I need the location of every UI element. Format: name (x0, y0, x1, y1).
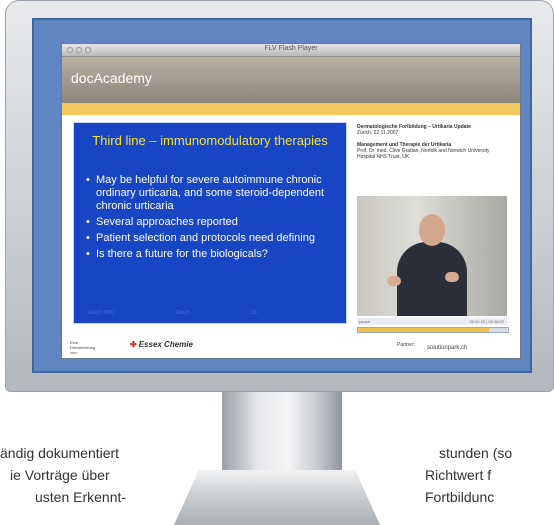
speaker-head (419, 214, 445, 246)
slide-page-number: 18 (251, 310, 257, 316)
page-text-line: ie Vorträge über (10, 467, 110, 483)
speaker-hand (387, 276, 401, 286)
accent-bar (62, 103, 520, 115)
page-text-line: Fortbildunc (425, 489, 495, 505)
monitor-stand-base (174, 470, 380, 525)
page-text-line: usten Erkennt- (35, 489, 127, 505)
course-place-date: Zürich, 22.11.2007 (357, 130, 399, 136)
slide-bullet: May be helpful for severe autoimmune chr… (86, 174, 341, 213)
sponsor-name: Essex Chemie (138, 340, 193, 349)
slide-footer-left: Zürich 2007 (88, 310, 115, 316)
slide-title: Third line – immunomodulatory therapies (92, 133, 328, 148)
slide-bullet: Patient selection and protocols need def… (86, 232, 341, 245)
page-text-right: stunden (so Richtwert f Fortbildunc (425, 442, 512, 508)
slide-bullet: Is there a future for the biologicals? (86, 248, 341, 261)
progress-fill (358, 328, 489, 332)
speaker-name: Prof. Dr. med. Clive Grattan, Norfolk an… (357, 148, 490, 160)
window-titlebar: FLV Flash Player (62, 44, 520, 57)
sponsor-logo[interactable]: ✤ Essex Chemie (130, 340, 193, 349)
partner-label: Partner: (397, 342, 415, 348)
video-controls: pause 00:40:22 | 00:46:22 (357, 318, 507, 325)
time-readout: 00:40:22 | 00:46:22 (469, 319, 504, 324)
organizer-label: Eine Dienstleistung von: (70, 340, 96, 355)
window-title: FLV Flash Player (264, 45, 318, 52)
page-text-line: Richtwert f (425, 467, 492, 483)
speaker-hand (445, 272, 459, 282)
player-window: FLV Flash Player docAcademy Third line –… (62, 44, 520, 358)
slide-footer-center: Zürich (175, 310, 190, 316)
page-text-line: ändig dokumentiert (0, 445, 120, 461)
slide-bullet: Several approaches reported (86, 216, 341, 229)
video-player[interactable] (357, 196, 507, 316)
essex-logo-icon: ✤ (130, 340, 137, 349)
site-header: docAcademy (62, 57, 520, 103)
pause-button[interactable]: pause (359, 319, 370, 324)
brand-logo[interactable]: docAcademy (71, 70, 152, 86)
page-text-left: ändig dokumentiert ie Vorträge über uste… (0, 442, 126, 508)
page-text-line: stunden (so (439, 445, 513, 461)
slide-footer: Zürich 2007 Zürich 18 (88, 310, 317, 316)
partner-logo[interactable]: solutionpark.ch (427, 345, 467, 351)
progress-bar[interactable] (357, 327, 509, 333)
lecture-info: Dermatologische Fortbildung – Urtikaria … (357, 124, 507, 160)
presentation-slide: Third line – immunomodulatory therapies … (73, 122, 347, 324)
slide-bullets: May be helpful for severe autoimmune chr… (86, 174, 341, 264)
